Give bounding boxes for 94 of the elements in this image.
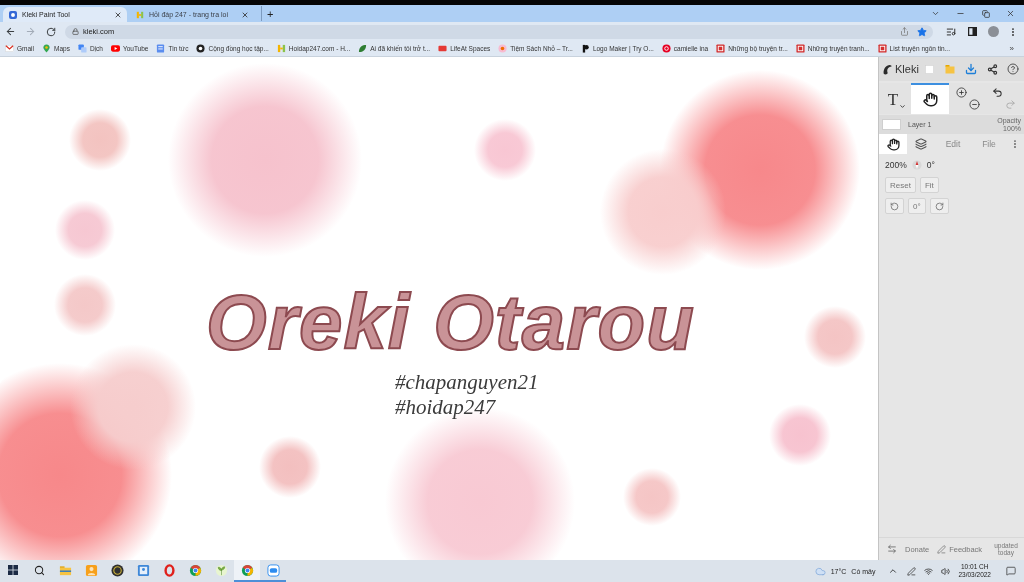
flag-icon [580,44,590,53]
zoom-level-text: 200% [885,160,907,170]
angle-text: 0° [926,160,935,170]
zoom-out-button[interactable] [968,98,981,111]
folder-icon [58,563,72,577]
sprout-icon [214,563,228,577]
disc-icon [110,563,124,577]
plus-circle-icon [956,86,967,98]
swap-icon [887,544,897,554]
share-icon [986,63,998,75]
redo-icon [1005,99,1016,111]
rotate-right-button[interactable] [929,198,949,214]
rotate-left-icon [890,201,899,211]
speaker-icon [940,566,950,576]
view-button[interactable]: Fit [919,177,939,193]
pen-icon [906,566,916,576]
paint-blob [804,306,866,368]
ring-icon [196,44,206,53]
wifi-icon [923,566,933,576]
bars-icon [136,10,144,19]
reload-icon [45,26,56,37]
target-icon [661,44,671,53]
lock-icon [72,28,79,35]
avatar-icon [987,26,999,37]
mail-icon [5,44,14,53]
rotate-right-icon [934,201,944,211]
rotate-left-button[interactable] [885,198,904,214]
close-icon [114,10,122,19]
notification-icon [1006,566,1016,576]
search-icon [33,564,45,576]
ring-icon [162,563,176,577]
cloud-icon [814,565,826,577]
paint-blob [69,109,131,171]
hashtag-text: #chapanguyen21 [395,370,539,395]
text-tool-button[interactable]: T [879,83,911,114]
hand-icon [886,137,900,151]
undo-button[interactable] [991,86,1004,99]
hand-icon [922,92,938,107]
minus-circle-icon [969,99,980,111]
chat-icon [266,563,280,577]
tile-icon [877,44,887,53]
chevron-up-icon [888,566,899,576]
tile-icon [795,44,805,53]
circle-dot-icon [498,44,508,53]
paint-blob [474,119,536,181]
playlist-icon [946,26,956,37]
forward-icon [25,26,36,37]
folder-icon [945,64,956,74]
view-button[interactable]: Reset [885,177,916,193]
layer-thumbnail [882,119,901,130]
play-icon [110,44,120,53]
hand-tool-button[interactable] [911,83,949,114]
download-icon [965,63,978,75]
share-icon [899,27,909,36]
logo-icon [882,63,893,75]
chevron-down-icon [931,9,940,18]
chevron-down-icon [899,103,907,110]
canvas-title-text: Oreki Otarou [206,283,695,361]
close-icon [241,10,249,19]
undo-icon [992,86,1003,98]
document-icon [156,44,166,53]
close-icon [1006,9,1015,18]
more-bookmarks-button[interactable]: » [1005,44,1018,53]
tile-icon [716,44,726,53]
paint-blob [623,468,681,526]
help-icon [1007,63,1020,75]
paint-blob [769,404,831,466]
reset-angle-button[interactable]: 0° [908,198,926,214]
bars-icon [276,44,286,53]
zoom-in-button[interactable] [955,86,968,99]
pen-icon [937,544,947,554]
hand-tab[interactable] [879,134,907,154]
logo-text: Kleki [895,63,919,75]
blank-page-icon [924,64,934,74]
paint-blob [259,436,321,498]
person-tile-icon [84,563,98,577]
side-panel-icon [967,27,977,36]
compass-icon [911,160,922,170]
frame-icon [136,563,150,577]
restore-icon [981,9,990,18]
paint-blob [54,274,116,336]
hashtag-text: #hoidap247 [395,395,497,420]
back-icon [5,26,16,37]
layers-icon [915,138,927,150]
browser-icon [240,563,254,577]
app-icon [9,10,17,19]
windows-icon [8,565,18,575]
leaf-icon [358,44,368,53]
overlapping-squares-icon [77,44,87,53]
new-tab-button[interactable]: + [261,6,279,21]
paint-blob [55,200,115,260]
browser-icon [188,563,202,577]
tile-icon [438,44,448,53]
pin-icon [42,44,51,53]
